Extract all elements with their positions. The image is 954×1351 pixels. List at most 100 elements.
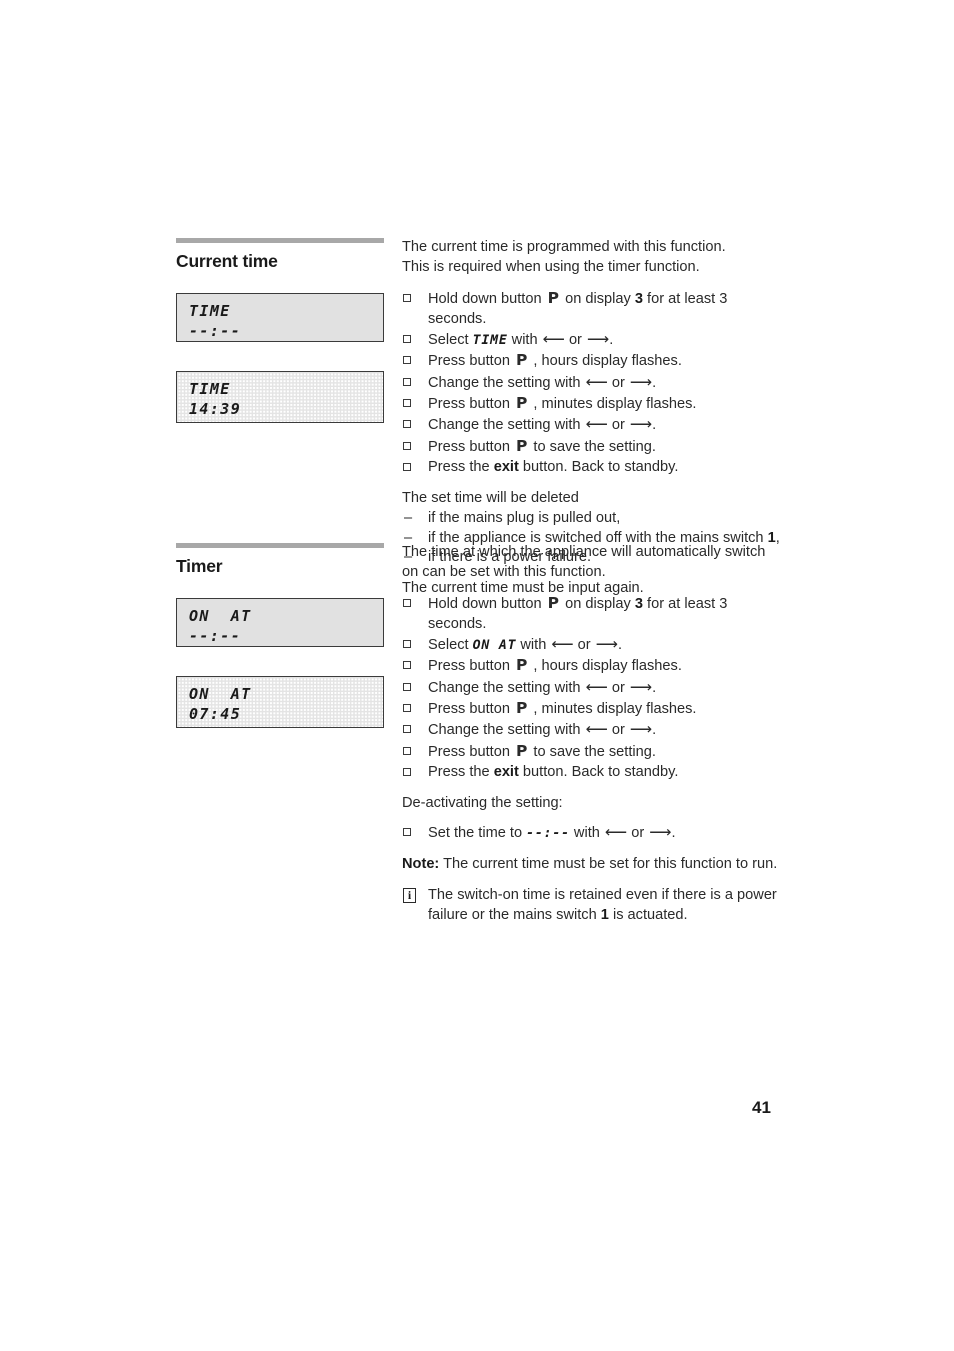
lcd-inline-text: ON AT bbox=[472, 638, 517, 654]
list-item-text: Press the exit button. Back to standby. bbox=[428, 764, 678, 780]
text-run: Change the setting with bbox=[428, 417, 585, 434]
list-item: Select ON AT with ⟵ or ⟶. bbox=[402, 635, 784, 656]
section-rule-bar bbox=[176, 543, 384, 548]
checkbox-bullet-icon bbox=[403, 441, 411, 450]
text-run: Press the bbox=[428, 458, 494, 475]
list-item: Set the time to --:-- with ⟵ or ⟶. bbox=[402, 823, 784, 844]
text-run: . bbox=[652, 722, 657, 739]
lcd-display-current-time-set: TIME 14:39 bbox=[176, 371, 384, 424]
timer-right-column: The time at which the appliance will aut… bbox=[402, 543, 784, 926]
deactivate-step-list: Set the time to --:-- with ⟵ or ⟶. bbox=[402, 823, 784, 844]
checkbox-bullet-icon bbox=[403, 746, 411, 755]
text-run: or bbox=[607, 722, 629, 739]
deactivate-heading: De-activating the setting: bbox=[402, 794, 563, 811]
text-run: , minutes display flashes. bbox=[529, 395, 697, 412]
list-item: Change the setting with ⟵ or ⟶. bbox=[402, 373, 784, 394]
text-run: . bbox=[671, 824, 676, 841]
list-item: Press button P , minutes display flashes… bbox=[402, 394, 784, 415]
text-run: Hold down button bbox=[428, 595, 546, 612]
arrow-right-icon: ⟶ bbox=[629, 416, 652, 434]
text-run: Press button bbox=[428, 658, 514, 675]
button-p-glyph: P bbox=[516, 741, 528, 760]
dash-marker: – bbox=[404, 509, 413, 526]
list-item-text: Set the time to --:-- with ⟵ or ⟶. bbox=[428, 823, 676, 841]
text-run: , hours display flashes. bbox=[529, 658, 682, 675]
intro-line: on can be set with this function. bbox=[402, 563, 606, 580]
list-item-text: Press button P , minutes display flashes… bbox=[428, 698, 696, 717]
emphasis-text: 1 bbox=[600, 907, 609, 924]
checkbox-bullet-icon bbox=[403, 725, 411, 734]
list-item-text: Select TIME with ⟵ or ⟶. bbox=[428, 331, 614, 349]
text-run: or bbox=[573, 637, 595, 654]
list-item: Change the setting with ⟵ or ⟶. bbox=[402, 720, 784, 741]
checkbox-bullet-icon bbox=[403, 398, 411, 407]
list-item-text: Press button P to save the setting. bbox=[428, 741, 656, 760]
section-rule-bar bbox=[176, 238, 384, 243]
note-line: Note: The current time must be set for t… bbox=[402, 855, 784, 875]
list-item: Change the setting with ⟵ or ⟶. bbox=[402, 415, 784, 436]
checkbox-bullet-icon bbox=[403, 682, 411, 691]
arrow-left-icon: ⟵ bbox=[585, 416, 608, 434]
current-time-left-column: Current time TIME --:-- TIME 14:39 bbox=[176, 238, 384, 452]
checkbox-bullet-icon bbox=[403, 420, 411, 429]
button-p-glyph: P bbox=[516, 656, 528, 675]
section-title-timer: Timer bbox=[176, 556, 223, 576]
arrow-right-icon: ⟶ bbox=[629, 678, 652, 696]
lcd-line-label: ON AT bbox=[189, 685, 252, 704]
checkbox-bullet-icon bbox=[403, 703, 411, 712]
step-list-current-time: Hold down button P on display 3 for at l… bbox=[402, 289, 784, 478]
text-run: on display bbox=[561, 595, 635, 612]
emphasis-text: 3 bbox=[634, 595, 643, 612]
list-item: Press button P , minutes display flashes… bbox=[402, 699, 784, 720]
lcd-inline-text: --:-- bbox=[526, 825, 570, 841]
text-run: Change the setting with bbox=[428, 374, 585, 391]
checkbox-bullet-icon bbox=[403, 293, 411, 302]
list-item-text: Press button P , minutes display flashes… bbox=[428, 394, 697, 412]
lcd-display-timer-set: ON AT 07:45 bbox=[176, 676, 384, 729]
arrow-right-icon: ⟶ bbox=[586, 331, 609, 349]
button-p-glyph: P bbox=[547, 593, 560, 612]
text-run: with bbox=[516, 637, 551, 654]
button-p-glyph: P bbox=[516, 698, 528, 717]
list-item-text: Press button P to save the setting. bbox=[428, 437, 656, 455]
lcd-line-value: --:-- bbox=[189, 627, 242, 646]
text-run: button. Back to standby. bbox=[518, 763, 679, 780]
timer-left-column: Timer ON AT --:-- ON AT 07:45 bbox=[176, 543, 384, 757]
text-run: Hold down button bbox=[428, 290, 546, 307]
arrow-left-icon: ⟵ bbox=[604, 823, 627, 841]
checkbox-bullet-icon bbox=[403, 598, 411, 607]
lcd-line-label: TIME bbox=[189, 380, 231, 399]
text-run: with bbox=[569, 824, 604, 841]
list-item-text: Change the setting with ⟵ or ⟶. bbox=[428, 678, 656, 696]
list-item: Select TIME with ⟵ or ⟶. bbox=[402, 330, 784, 351]
list-item-text: Change the setting with ⟵ or ⟶. bbox=[428, 416, 657, 434]
lcd-line-value: 07:45 bbox=[189, 705, 242, 724]
text-run: on display bbox=[561, 290, 635, 307]
list-item-text: Press button P , hours display flashes. bbox=[428, 351, 682, 370]
checkbox-bullet-icon bbox=[403, 767, 411, 776]
intro-line: The current time is programmed with this… bbox=[402, 239, 726, 255]
text-run: . bbox=[617, 637, 623, 654]
arrow-left-icon: ⟵ bbox=[585, 678, 608, 696]
arrow-left-icon: ⟵ bbox=[585, 373, 608, 391]
text-run: Press button bbox=[428, 700, 514, 717]
button-p-glyph: P bbox=[516, 351, 528, 370]
delete-heading: The set time will be deleted bbox=[402, 489, 579, 506]
list-item: Press the exit button. Back to standby. bbox=[402, 458, 784, 478]
checkbox-bullet-icon bbox=[403, 462, 411, 471]
lcd-display-current-time-empty: TIME --:-- bbox=[176, 293, 384, 343]
list-item-text: Press the exit button. Back to standby. bbox=[428, 459, 678, 475]
text-run: or bbox=[564, 332, 586, 349]
text-run: . bbox=[609, 332, 614, 349]
lcd-line-label: TIME bbox=[189, 302, 231, 321]
text-run: . bbox=[652, 417, 657, 434]
text-run: if the mains plug is pulled out, bbox=[428, 509, 621, 526]
list-item-text: Hold down button P on display 3 for at l… bbox=[428, 593, 727, 632]
emphasis-text: exit bbox=[493, 763, 519, 780]
text-run: Press the bbox=[428, 763, 494, 780]
checkbox-bullet-icon bbox=[403, 356, 411, 365]
note-label: Note: bbox=[402, 855, 440, 872]
text-run: Set the time to bbox=[428, 824, 527, 841]
note-text: The current time must be set for this fu… bbox=[439, 855, 778, 872]
arrow-left-icon: ⟵ bbox=[585, 721, 608, 739]
